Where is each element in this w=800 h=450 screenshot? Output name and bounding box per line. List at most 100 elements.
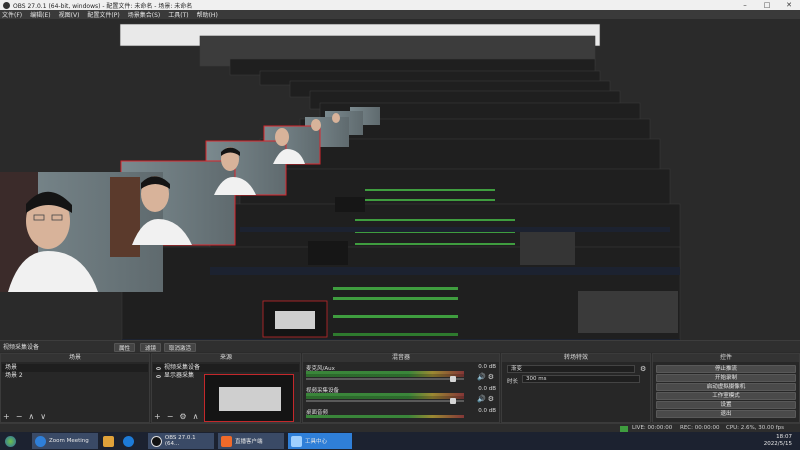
menu-scene-collection[interactable]: 场景集合(S) xyxy=(128,10,161,19)
duration-label: 时长 xyxy=(507,379,519,385)
menu-edit[interactable]: 编辑(E) xyxy=(30,10,50,19)
taskbar-item-zoom[interactable]: Zoom Meeting xyxy=(32,433,98,449)
scene-item[interactable]: 场景 2 xyxy=(2,372,148,380)
speaker-icon[interactable]: 🔊⚙ xyxy=(477,373,496,381)
volume-fader[interactable] xyxy=(306,376,464,382)
menu-tools[interactable]: 工具(T) xyxy=(168,10,188,19)
duration-value: 300 ms xyxy=(526,376,547,382)
source-item-label: 显示器采集 xyxy=(164,372,195,379)
mixer-channel: 麦克风/Aux 0.0 dB 🔊⚙ xyxy=(306,364,496,382)
properties-label: 属性 xyxy=(119,345,131,352)
mixer-dock-title: 混音器 xyxy=(303,354,499,362)
stop-streaming-button[interactable]: 停止推流 xyxy=(656,365,796,373)
level-meter xyxy=(306,415,464,418)
recursive-preview-image xyxy=(0,19,800,340)
tool-center-icon xyxy=(291,435,302,447)
menu-file[interactable]: 文件(F) xyxy=(2,10,22,19)
scenes-list: 场景 场景 2 xyxy=(2,364,148,411)
source-item-label: 视频采集设备 xyxy=(164,364,201,371)
preview-canvas[interactable] xyxy=(0,19,800,340)
move-up-icon[interactable]: ∧ xyxy=(193,412,199,421)
system-tray-clock[interactable]: 18:07 2022/5/15 xyxy=(764,434,792,448)
volume-fader[interactable] xyxy=(306,398,464,404)
move-up-icon[interactable]: ∧ xyxy=(28,412,34,421)
source-item[interactable]: 视频采集设备 xyxy=(153,364,299,372)
visibility-icon[interactable] xyxy=(156,366,161,370)
add-icon[interactable]: + xyxy=(3,412,10,421)
channel-db: 0.0 dB xyxy=(478,364,496,370)
folder-icon xyxy=(103,435,114,447)
live-client-icon xyxy=(221,435,232,447)
taskbar-item-obs[interactable]: OBS 27.0.1 (64... xyxy=(148,433,214,449)
virtual-camera-button[interactable]: 启动虚拟摄像机 xyxy=(656,383,796,391)
maximize-icon[interactable]: □ xyxy=(756,0,778,10)
speaker-icon[interactable]: 🔊⚙ xyxy=(477,395,496,403)
remove-icon[interactable]: − xyxy=(16,412,23,421)
clock-time: 18:07 xyxy=(776,434,792,440)
fader-handle[interactable] xyxy=(449,376,456,382)
taskbar-item-tool-center[interactable]: 工具中心 xyxy=(288,433,352,449)
gear-icon[interactable]: ⚙ xyxy=(179,412,186,421)
transitions-dock: 转场特效 渐变 ⚙ 时长 300 ms xyxy=(501,353,651,423)
sources-dock-title: 来源 xyxy=(152,354,300,362)
close-icon[interactable]: ✕ xyxy=(778,0,800,10)
window-title: OBS 27.0.1 (64-bit, windows) - 配置文件: 未命名… xyxy=(13,2,193,10)
taskbar-item-browser[interactable] xyxy=(120,433,140,449)
level-meter xyxy=(306,396,464,399)
scenes-dock-title: 场景 xyxy=(1,354,149,362)
exit-button[interactable]: 退出 xyxy=(656,410,796,418)
settings-button[interactable]: 设置 xyxy=(656,401,796,409)
channel-db: 0.0 dB xyxy=(478,408,496,414)
source-thumbnail xyxy=(204,374,294,422)
studio-mode-button[interactable]: 工作室模式 xyxy=(656,392,796,400)
zoom-icon xyxy=(35,435,46,447)
audio-mixer-dock: 混音器 麦克风/Aux 0.0 dB 🔊⚙ 视频采集设备 0.0 dB 🔊⚙ 桌… xyxy=(302,353,500,423)
deactivate-button[interactable]: 取消激活 xyxy=(164,343,197,352)
transition-select[interactable]: 渐变 xyxy=(507,365,635,373)
fader-handle[interactable] xyxy=(449,398,456,404)
filters-button[interactable]: 滤镜 xyxy=(140,343,162,352)
move-down-icon[interactable]: ∨ xyxy=(40,412,46,421)
taskbar-item-label: 工具中心 xyxy=(305,439,328,445)
scenes-controls: + − ∧ ∨ xyxy=(3,412,52,421)
channel-db: 0.0 dB xyxy=(478,386,496,392)
obs-icon xyxy=(151,435,162,447)
taskbar-item-label: OBS 27.0.1 (64... xyxy=(164,435,196,447)
title-bar: OBS 27.0.1 (64-bit, windows) - 配置文件: 未命名… xyxy=(0,0,800,10)
menu-profile[interactable]: 配置文件(P) xyxy=(87,10,119,19)
obs-app-icon xyxy=(3,1,10,9)
taskbar-item-label: 直播客户端 xyxy=(235,439,263,445)
taskbar-item-label: Zoom Meeting xyxy=(49,438,89,444)
scene-item[interactable]: 场景 xyxy=(2,364,148,372)
level-meter xyxy=(306,374,464,377)
transition-gear-icon[interactable]: ⚙ xyxy=(640,365,646,373)
visibility-icon[interactable] xyxy=(156,374,161,378)
source-toolbar: 视频采集设备 属性 滤镜 取消激活 xyxy=(0,340,800,352)
start-button[interactable] xyxy=(2,433,22,449)
cpu-fps: CPU: 2.6%, 30.00 fps xyxy=(726,425,785,431)
transition-type: 渐变 xyxy=(511,366,523,372)
add-icon[interactable]: + xyxy=(154,412,161,421)
scenes-dock: 场景 场景 场景 2 + − ∧ ∨ xyxy=(0,353,150,423)
remove-icon[interactable]: − xyxy=(167,412,174,421)
status-bar: LIVE: 00:00:00 REC: 00:00:00 CPU: 2.6%, … xyxy=(0,423,800,432)
controls-dock: 控件 停止推流 开始录制 启动虚拟摄像机 工作室模式 设置 退出 xyxy=(652,353,800,423)
controls-dock-title: 控件 xyxy=(653,354,799,362)
clock-date: 2022/5/15 xyxy=(763,441,792,447)
rec-time: REC: 00:00:00 xyxy=(680,425,720,431)
menu-view[interactable]: 视图(V) xyxy=(59,10,80,19)
taskbar-item-live-client[interactable]: 直播客户端 xyxy=(218,433,284,449)
browser-icon xyxy=(123,435,134,447)
start-recording-button[interactable]: 开始录制 xyxy=(656,374,796,382)
minimize-icon[interactable]: – xyxy=(734,0,756,10)
filters-label: 滤镜 xyxy=(145,345,157,352)
properties-button[interactable]: 属性 xyxy=(114,343,136,352)
duration-input[interactable]: 300 ms xyxy=(522,375,640,383)
taskbar-item-explorer[interactable] xyxy=(100,433,120,449)
sources-dock: 来源 视频采集设备 显示器采集 + − ⚙ ∧ ∨ xyxy=(151,353,301,423)
menu-help[interactable]: 帮助(H) xyxy=(197,10,218,19)
taskbar: Zoom Meeting OBS 27.0.1 (64... 直播客户端 工具中… xyxy=(0,432,800,450)
selected-source-label: 视频采集设备 xyxy=(3,344,40,351)
deactivate-label: 取消激活 xyxy=(169,345,192,352)
transitions-dock-title: 转场特效 xyxy=(502,354,650,362)
